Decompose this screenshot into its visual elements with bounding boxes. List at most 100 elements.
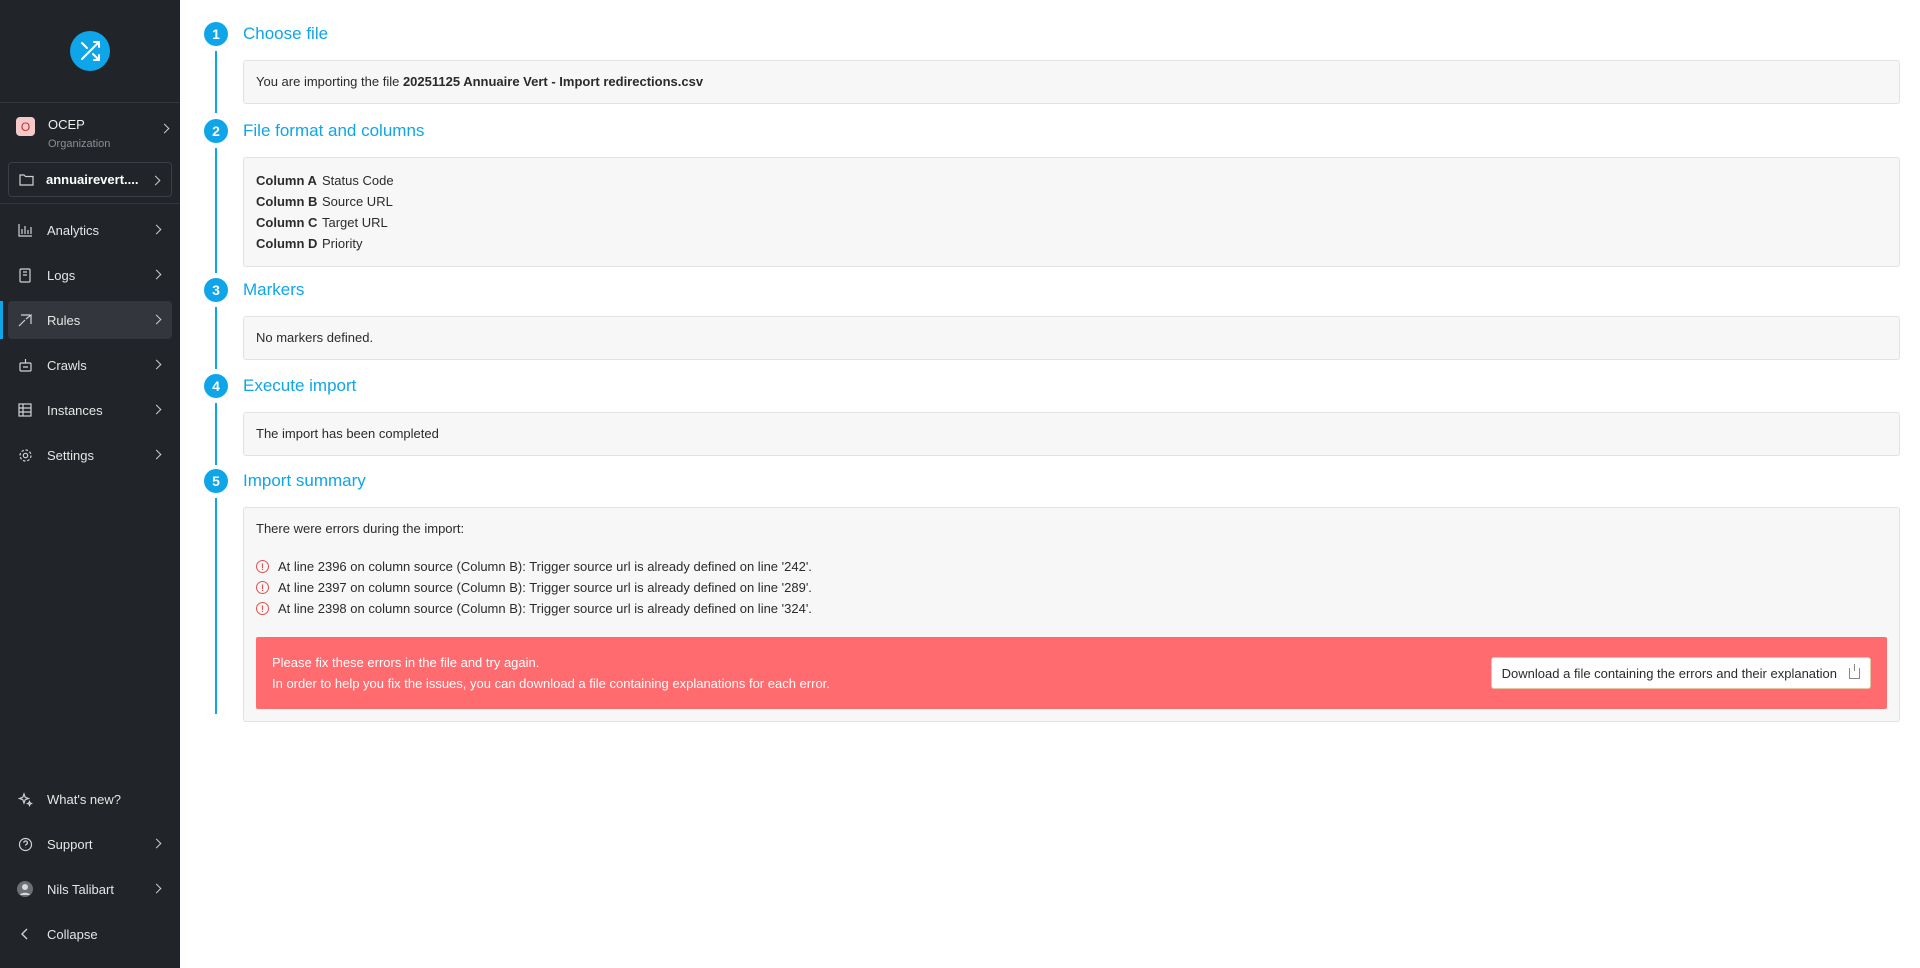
sidebar-item-label: What's new? — [47, 791, 122, 807]
instances-icon — [17, 402, 33, 418]
import-summary-box: There were errors during the import: ! At… — [243, 507, 1900, 722]
sidebar-item-logs[interactable]: Logs — [8, 256, 172, 294]
error-item: ! At line 2397 on column source (Column B… — [256, 577, 1887, 598]
step-connector — [215, 307, 217, 369]
error-text: At line 2398 on column source (Column B)… — [278, 601, 812, 616]
step-number: 4 — [204, 374, 228, 398]
alert-line-2: In order to help you fix the issues, you… — [272, 676, 830, 691]
sidebar-item-rules[interactable]: Rules — [0, 301, 172, 339]
step-title: Execute import — [243, 376, 357, 395]
step-execute-import: 4 Execute import The import has been com… — [204, 374, 1900, 469]
sidebar-item-crawls[interactable]: Crawls — [8, 346, 172, 384]
columns-box: Column A Status Code Column B Source URL C… — [243, 157, 1900, 267]
chevron-right-icon — [159, 123, 170, 134]
download-errors-button[interactable]: Download a file containing the errors an… — [1490, 657, 1871, 689]
sidebar-item-label: Analytics — [47, 222, 100, 238]
rules-icon — [17, 312, 33, 328]
import-wizard: 1 Choose file You are importing the file… — [180, 0, 1920, 968]
error-icon: ! — [256, 560, 269, 573]
error-icon: ! — [256, 581, 269, 594]
sidebar-item-label: Collapse — [47, 926, 98, 942]
column-row: Column A Status Code — [256, 170, 1887, 191]
step-number: 5 — [204, 469, 228, 493]
org-switcher[interactable]: O OCEP Organization — [0, 103, 180, 157]
file-info-box: You are importing the file 20251125 Annu… — [243, 60, 1900, 104]
crawls-icon — [17, 357, 33, 373]
sidebar-item-analytics[interactable]: Analytics — [8, 211, 172, 249]
markers-box: No markers defined. — [243, 316, 1900, 360]
chevron-right-icon — [151, 269, 162, 280]
analytics-icon — [17, 222, 33, 238]
sidebar: O OCEP Organization annuairevert.... Ana… — [0, 0, 180, 968]
sidebar-bottom-nav: What's new? Support Nils Talibart Collap… — [0, 780, 180, 960]
org-name: OCEP — [48, 117, 85, 132]
project-switcher[interactable]: annuairevert.... — [8, 162, 172, 197]
project-name: annuairevert.... — [46, 172, 139, 187]
org-subtitle: Organization — [48, 138, 111, 150]
step-title: Import summary — [243, 471, 366, 490]
sidebar-item-settings[interactable]: Settings — [8, 436, 172, 474]
alert-line-1: Please fix these errors in the file and … — [272, 655, 540, 670]
error-item: ! At line 2398 on column source (Column B… — [256, 598, 1887, 619]
gear-icon — [17, 447, 33, 463]
sidebar-item-label: Instances — [47, 402, 103, 418]
chevron-right-icon — [151, 883, 162, 894]
sidebar-item-support[interactable]: Support — [8, 825, 172, 863]
chevron-right-icon — [151, 314, 162, 325]
column-key: Column D — [256, 236, 318, 251]
avatar — [17, 881, 33, 897]
step-connector — [215, 403, 217, 465]
step-title: File format and columns — [243, 121, 425, 140]
chevron-left-icon — [17, 926, 33, 942]
sidebar-item-label: Rules — [47, 312, 81, 328]
help-icon — [17, 836, 33, 852]
chevron-right-icon — [151, 224, 162, 235]
sidebar-item-label: Crawls — [47, 357, 87, 373]
step-number: 1 — [204, 22, 228, 46]
step-number: 3 — [204, 278, 228, 302]
error-alert: Please fix these errors in the file and … — [256, 637, 1887, 709]
step-connector — [215, 148, 217, 273]
step-number: 2 — [204, 119, 228, 143]
column-value: Source URL — [322, 194, 393, 209]
step-choose-file: 1 Choose file You are importing the file… — [204, 22, 1900, 117]
sparkle-icon — [17, 791, 33, 807]
sidebar-item-instances[interactable]: Instances — [8, 391, 172, 429]
org-initial-badge: O — [16, 117, 35, 136]
step-import-summary: 5 Import summary There were errors durin… — [204, 469, 1900, 722]
error-icon: ! — [256, 602, 269, 615]
sidebar-item-collapse[interactable]: Collapse — [8, 915, 172, 953]
sidebar-nav: Analytics Logs Rules Crawls Instances Se… — [0, 204, 180, 474]
step-title: Choose file — [243, 24, 329, 43]
column-key: Column C — [256, 215, 318, 230]
chevron-right-icon — [151, 449, 162, 460]
sidebar-item-label: Nils Talibart — [47, 881, 114, 897]
sidebar-item-label: Support — [47, 836, 93, 852]
sidebar-item-user[interactable]: Nils Talibart — [8, 870, 172, 908]
error-list: ! At line 2396 on column source (Column B… — [256, 556, 1887, 619]
step-connector — [215, 51, 217, 113]
file-info-prefix: You are importing the file — [256, 74, 403, 89]
column-key: Column B — [256, 194, 318, 209]
file-name: 20251125 Annuaire Vert - Import redirect… — [402, 74, 704, 89]
error-text: At line 2396 on column source (Column B)… — [278, 559, 812, 574]
logo-area — [0, 0, 180, 103]
execute-status-box: The import has been completed — [243, 412, 1900, 456]
step-title: Markers — [243, 280, 305, 299]
sidebar-item-label: Settings — [47, 447, 94, 463]
step-connector — [215, 498, 217, 714]
chevron-right-icon — [151, 359, 162, 370]
folder-icon — [18, 172, 34, 188]
download-errors-label: Download a file containing the errors an… — [1501, 665, 1837, 681]
column-value: Status Code — [322, 173, 394, 188]
sidebar-item-whats-new[interactable]: What's new? — [8, 780, 172, 818]
column-row: Column C Target URL — [256, 212, 1887, 233]
column-row: Column D Priority — [256, 233, 1887, 254]
logs-icon — [17, 267, 33, 283]
error-item: ! At line 2396 on column source (Column B… — [256, 556, 1887, 577]
column-row: Column B Source URL — [256, 191, 1887, 212]
chevron-right-icon — [151, 838, 162, 849]
sidebar-item-label: Logs — [47, 267, 76, 283]
shuffle-logo-icon[interactable] — [70, 31, 110, 71]
step-markers: 3 Markers No markers defined. — [204, 278, 1900, 374]
